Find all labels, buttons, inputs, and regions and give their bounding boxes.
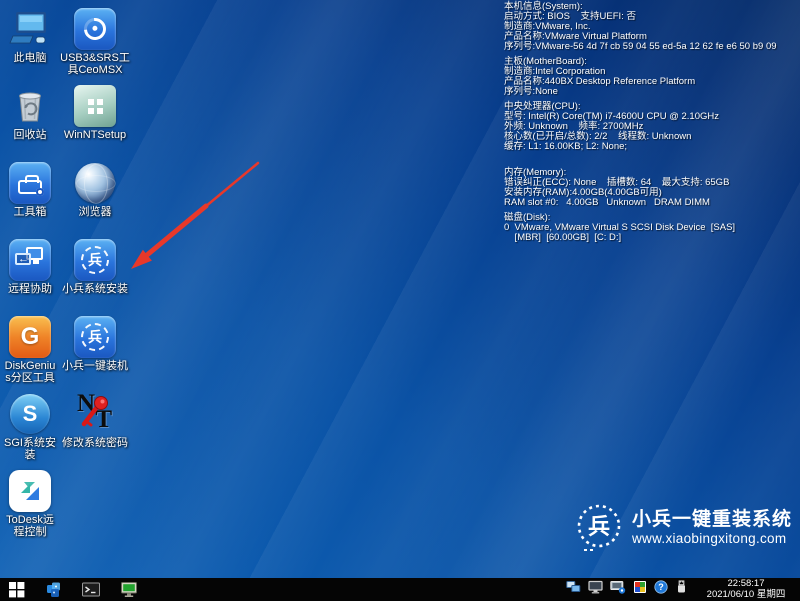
taskbar: ? 22:58:17 2021/06/10 星期四 (0, 578, 800, 601)
desktop-icon-label: DiskGenius分区工具 (2, 360, 58, 384)
desktop-icon-xiaobing-onekey[interactable]: 兵 小兵一键装机 (58, 312, 132, 389)
desktop-icon-sgi-install[interactable]: S SGI系统安装 (2, 389, 58, 466)
info-line: RAM slot #0: 4.00GB Unknown DRAM DIMM (504, 198, 777, 208)
recycle-bin-icon (9, 85, 51, 127)
desktop-icon-change-password[interactable]: N T 修改系统密码 (58, 389, 132, 466)
desktop-icon-toolbox[interactable]: 工具箱 (2, 158, 58, 235)
xiaobing-onekey-icon: 兵 (74, 316, 116, 358)
toolbox-icon (9, 162, 51, 204)
screen: 此电脑 回收站 工具箱 (0, 0, 800, 601)
disk-section: 磁盘(Disk): 0 VMware, VMware Virtual S SCS… (504, 213, 777, 243)
cmd-icon[interactable] (82, 578, 100, 601)
remote-assist-icon: ← (9, 239, 51, 281)
usb3-srs-icon (74, 8, 116, 50)
usb-eject-icon[interactable] (675, 580, 688, 599)
desktop-icon-label: SGI系统安装 (2, 437, 58, 461)
watermark: 兵 小兵一键重装系统 www.xiaobingxitong.com (572, 500, 792, 556)
info-line: 序列号:VMware-56 4d 7f cb 59 04 55 ed-5a 12… (504, 42, 777, 52)
watermark-brand: 小兵一键重装系统 (632, 509, 792, 531)
motherboard-section: 主板(MotherBoard): 制造商:Intel Corporation 产… (504, 57, 777, 97)
clock-date: 2021/06/10 星期四 (700, 590, 792, 601)
desktop-icon-todesk[interactable]: ToDesk远程控制 (2, 466, 58, 543)
watermark-url: www.xiaobingxitong.com (632, 531, 792, 547)
desktop-icon-label: 回收站 (14, 129, 47, 141)
memory-section: 内存(Memory): 错误纠正(ECC): None 插槽数: 64 最大支持… (504, 168, 777, 208)
display-icon[interactable] (588, 580, 603, 599)
taskbar-left (0, 578, 138, 601)
color-profile-icon[interactable] (633, 580, 647, 599)
change-password-icon: N T (74, 393, 116, 435)
svg-text:?: ? (658, 582, 664, 592)
sgi-install-icon: S (9, 393, 51, 435)
network-icon[interactable] (566, 580, 581, 599)
desktop-icon-recycle-bin[interactable]: 回收站 (2, 81, 58, 158)
todesk-icon (9, 470, 51, 512)
desktop-icon-remote-assist[interactable]: ← 远程协助 (2, 235, 58, 312)
desktop-icon-column-2: USB3&SRS工具CeoMSX WinNTSetup 浏览器 兵 小兵系统安装… (58, 4, 132, 466)
info-line: 缓存: L1: 16.00KB; L2: None; (504, 142, 777, 152)
vm-display-icon[interactable] (610, 580, 626, 599)
desktop-icon-diskgenius[interactable]: G DiskGenius分区工具 (2, 312, 58, 389)
system-info-panel: 本机信息(System): 启动方式: BIOS 支持UEFI: 否 制造商:V… (504, 2, 777, 248)
svg-text:兵: 兵 (588, 514, 610, 539)
desktop-icon-winntsetup[interactable]: WinNTSetup (58, 81, 132, 158)
desktop-icon-label: 浏览器 (79, 206, 112, 218)
xiaobing-install-icon: 兵 (74, 239, 116, 281)
desktop-icon-label: 工具箱 (14, 206, 47, 218)
taskbar-right: ? 22:58:17 2021/06/10 星期四 (566, 579, 800, 600)
browser-icon (74, 162, 116, 204)
desktop-icon-label: 远程协助 (8, 283, 52, 295)
desktop-icon-label: USB3&SRS工具CeoMSX (58, 52, 132, 76)
system-tray: ? (566, 580, 688, 599)
display-switch-icon[interactable] (120, 578, 138, 601)
diskgenius-icon: G (9, 316, 51, 358)
start-button[interactable] (8, 578, 25, 601)
xiaobing-logo-icon: 兵 (572, 500, 626, 556)
desktop-icon-label: 小兵一键装机 (62, 360, 128, 372)
info-line: 序列号:None (504, 87, 777, 97)
winntsetup-icon (74, 85, 116, 127)
this-pc-icon (9, 8, 51, 50)
desktop-icon-label: 此电脑 (14, 52, 47, 64)
help-icon[interactable]: ? (654, 580, 668, 599)
desktop-icon-column-1: 此电脑 回收站 工具箱 (2, 4, 58, 543)
pe-tools-icon[interactable] (45, 578, 62, 601)
info-line: [MBR] [60.00GB] [C: D:] (504, 233, 777, 243)
desktop-icon-label: WinNTSetup (64, 129, 126, 141)
desktop-icon-browser[interactable]: 浏览器 (58, 158, 132, 235)
system-section: 本机信息(System): 启动方式: BIOS 支持UEFI: 否 制造商:V… (504, 2, 777, 52)
desktop-icon-xiaobing-install[interactable]: 兵 小兵系统安装 (58, 235, 132, 312)
clock-time: 22:58:17 (700, 579, 792, 590)
taskbar-clock[interactable]: 22:58:17 2021/06/10 星期四 (696, 579, 796, 600)
desktop-icon-label: ToDesk远程控制 (2, 514, 58, 538)
cpu-section: 中央处理器(CPU): 型号: Intel(R) Core(TM) i7-460… (504, 102, 777, 152)
desktop-icon-label: 小兵系统安装 (62, 283, 128, 295)
desktop-icon-this-pc[interactable]: 此电脑 (2, 4, 58, 81)
desktop-icon-usb3-srs[interactable]: USB3&SRS工具CeoMSX (58, 4, 132, 81)
desktop-icon-label: 修改系统密码 (62, 437, 128, 449)
